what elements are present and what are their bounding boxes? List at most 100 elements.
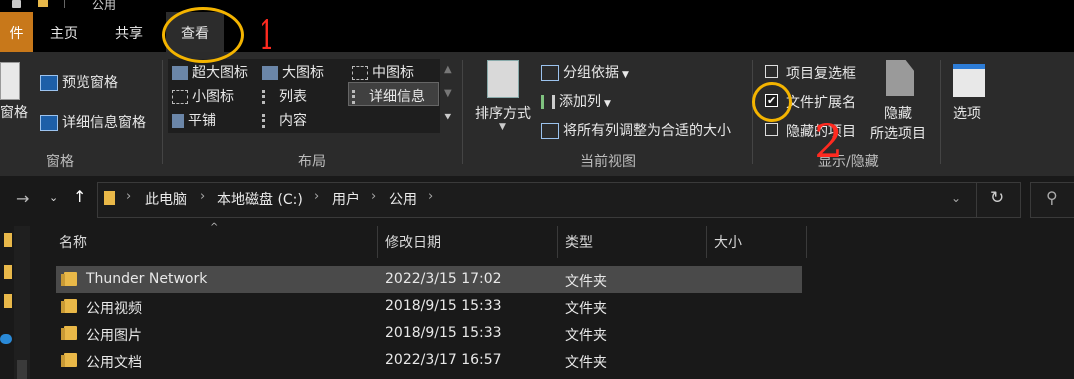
hide-selected-icon: [886, 60, 914, 96]
layout-label: 超大图标: [192, 65, 248, 81]
table-row[interactable]: 公用视频 2018/9/15 15:33 文件夹: [56, 293, 802, 320]
breadcrumb-public[interactable]: 公用: [389, 189, 417, 209]
group-divider: [940, 60, 941, 164]
file-type: 文件夹: [565, 328, 607, 344]
file-modified: 2022/3/17 16:57: [385, 352, 502, 368]
breadcrumb-this-pc[interactable]: 此电脑: [145, 189, 187, 209]
breadcrumb-separator-icon[interactable]: ›: [371, 189, 376, 204]
layout-label: 列表: [279, 89, 307, 105]
title-bar: 公用: [0, 0, 1074, 12]
layout-large-icons[interactable]: 大图标: [262, 62, 324, 82]
layout-small-icons[interactable]: 小图标: [172, 86, 234, 106]
item-checkboxes-label: 项目复选框: [786, 66, 856, 82]
ribbon-tab-bar: 件 主页 共享 查看: [0, 12, 1074, 52]
extra-large-icons-icon: [172, 66, 188, 80]
annotation-circle-file-ext: [752, 82, 792, 122]
layout-label: 详细信息: [369, 89, 425, 105]
address-divider: [976, 182, 977, 217]
column-divider[interactable]: [557, 226, 558, 258]
tab-file[interactable]: 件: [0, 12, 33, 52]
navigation-pane-icon[interactable]: [0, 62, 20, 100]
gallery-expand-icon[interactable]: ⯆: [443, 110, 453, 125]
layout-label: 中图标: [372, 65, 414, 81]
item-checkboxes-toggle[interactable]: 项目复选框: [765, 63, 856, 83]
search-icon[interactable]: ⚲: [1046, 188, 1058, 207]
add-columns-button[interactable]: 添加列 ▼: [541, 91, 611, 111]
column-name-header[interactable]: 名称: [59, 232, 87, 252]
up-arrow-icon[interactable]: ↑: [73, 187, 86, 206]
nav-folder-icon[interactable]: [4, 294, 12, 308]
layout-label: 平铺: [188, 113, 216, 129]
layout-extra-large-icons[interactable]: 超大图标: [172, 62, 248, 82]
address-history-dropdown-icon[interactable]: ⌄: [951, 191, 961, 205]
breadcrumb-separator-icon[interactable]: ›: [314, 189, 319, 204]
file-type: 文件夹: [565, 301, 607, 317]
breadcrumb-separator-icon[interactable]: ›: [428, 189, 433, 204]
table-row[interactable]: 公用图片 2018/9/15 15:33 文件夹: [56, 320, 802, 347]
column-divider[interactable]: [377, 226, 378, 258]
file-name: 公用视频: [86, 301, 142, 317]
file-modified: 2018/9/15 15:33: [385, 298, 502, 314]
hide-selected-line2[interactable]: 所选项目: [870, 123, 926, 143]
layout-label: 内容: [279, 113, 307, 129]
folder-icon: [38, 0, 48, 7]
column-divider[interactable]: [706, 226, 707, 258]
table-row[interactable]: Thunder Network 2022/3/15 17:02 文件夹: [56, 266, 802, 293]
forward-arrow-icon[interactable]: →: [16, 189, 29, 208]
sort-by-icon: [487, 60, 519, 98]
tab-home[interactable]: 主页: [50, 12, 78, 52]
column-type-header[interactable]: 类型: [565, 232, 593, 252]
nav-scrollbar-thumb[interactable]: [17, 360, 27, 379]
table-row[interactable]: 公用文档 2022/3/17 16:57 文件夹: [56, 347, 802, 374]
group-label-current-view: 当前视图: [580, 154, 636, 170]
group-label-panes: 窗格: [46, 154, 74, 170]
preview-pane-button[interactable]: 预览窗格: [40, 72, 118, 92]
tab-share[interactable]: 共享: [115, 12, 143, 52]
annotation-mark-2: 2: [814, 114, 844, 168]
fit-columns-button[interactable]: 将所有列调整为合适的大小: [541, 120, 731, 140]
breadcrumb-local-disk[interactable]: 本地磁盘 (C:): [217, 189, 303, 209]
layout-tiles[interactable]: 平铺: [172, 110, 216, 130]
gallery-scroll-down-icon[interactable]: ▼: [444, 88, 452, 99]
hide-selected-line1[interactable]: 隐藏: [884, 103, 912, 123]
checkbox-icon: [12, 0, 21, 8]
medium-icons-icon: [352, 66, 368, 80]
refresh-icon[interactable]: ↻: [990, 188, 1004, 208]
recent-locations-chevron-icon[interactable]: ⌄: [49, 191, 58, 204]
hidden-items-checkbox[interactable]: [765, 123, 778, 136]
nav-folder-icon[interactable]: [4, 265, 12, 279]
preview-pane-icon: [40, 75, 58, 91]
breadcrumb-separator-icon[interactable]: ›: [126, 189, 131, 204]
item-checkboxes-checkbox[interactable]: [765, 65, 778, 78]
file-name: 公用图片: [86, 328, 142, 344]
breadcrumb-separator-icon[interactable]: ›: [200, 189, 205, 204]
preview-pane-label: 预览窗格: [62, 75, 118, 91]
layout-list[interactable]: 列表: [262, 86, 307, 106]
folder-icon: [61, 326, 77, 340]
options-icon: [953, 64, 985, 97]
sort-by-button[interactable]: 排序方式: [475, 103, 531, 123]
annotation-mark-1: 1: [259, 13, 275, 59]
onedrive-icon[interactable]: [0, 334, 12, 344]
gallery-scroll-up-icon[interactable]: ▲: [444, 64, 452, 75]
layout-medium-icons[interactable]: 中图标: [352, 62, 414, 82]
nav-scrollbar[interactable]: [14, 226, 30, 379]
breadcrumb-users[interactable]: 用户: [332, 189, 360, 209]
column-modified-header[interactable]: 修改日期: [385, 232, 441, 252]
nav-folder-icon[interactable]: [4, 233, 12, 247]
column-divider[interactable]: [806, 226, 807, 258]
file-modified: 2022/3/15 17:02: [385, 271, 502, 287]
layout-content[interactable]: 内容: [262, 110, 307, 130]
column-size-header[interactable]: 大小: [714, 232, 742, 252]
tiles-icon: [172, 114, 184, 128]
add-columns-label: 添加列: [559, 94, 601, 110]
layout-label: 小图标: [192, 89, 234, 105]
navigation-pane-button[interactable]: 窗格: [0, 102, 28, 122]
group-by-button[interactable]: 分组依据 ▼: [541, 62, 629, 82]
large-icons-icon: [262, 66, 278, 80]
sort-by-dropdown-icon: ▼: [499, 122, 506, 132]
folder-icon: [61, 299, 77, 313]
layout-details[interactable]: 详细信息: [348, 82, 439, 106]
options-button[interactable]: 选项: [953, 103, 981, 123]
details-pane-button[interactable]: 详细信息窗格: [40, 112, 146, 132]
